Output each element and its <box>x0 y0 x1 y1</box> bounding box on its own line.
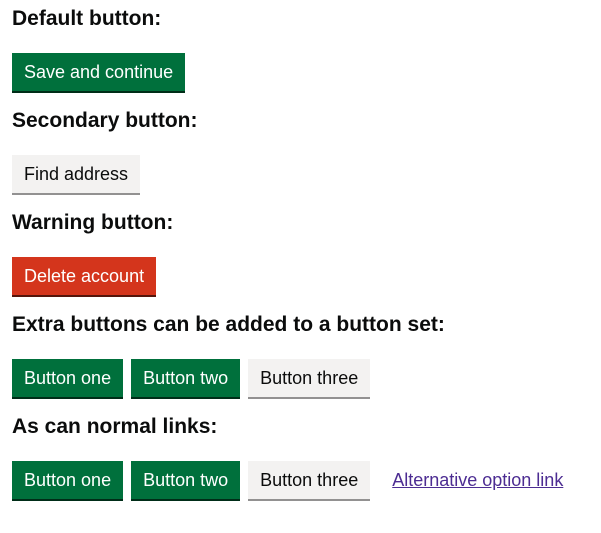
heading-button-set: Extra buttons can be added to a button s… <box>12 313 445 336</box>
delete-account-button[interactable]: Delete account <box>12 257 157 295</box>
button-set: Button one Button two Button three <box>12 358 589 398</box>
button-set-with-link: Button one Button two Button three Alter… <box>12 460 589 500</box>
save-and-continue-button[interactable]: Save and continue <box>12 53 186 91</box>
button-two[interactable]: Button two <box>131 461 241 499</box>
heading-links: As can normal links: <box>12 415 218 438</box>
heading-secondary: Secondary button: <box>12 109 198 132</box>
button-row-secondary: Find address <box>12 154 589 194</box>
button-one[interactable]: Button one <box>12 359 124 397</box>
alternative-option-link[interactable]: Alternative option link <box>392 470 563 491</box>
button-three[interactable]: Button three <box>248 461 371 499</box>
button-two[interactable]: Button two <box>131 359 241 397</box>
button-row-default: Save and continue <box>12 52 589 92</box>
button-examples: Default button: Save and continue Second… <box>0 0 601 500</box>
heading-warning: Warning button: <box>12 211 174 234</box>
button-one[interactable]: Button one <box>12 461 124 499</box>
find-address-button[interactable]: Find address <box>12 155 141 193</box>
button-three[interactable]: Button three <box>248 359 371 397</box>
button-row-warning: Delete account <box>12 256 589 296</box>
heading-default: Default button: <box>12 7 162 30</box>
